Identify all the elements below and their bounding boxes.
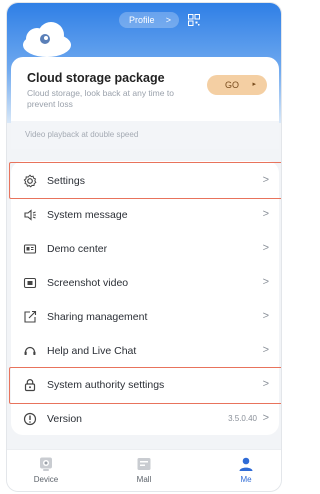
tab-mall[interactable]: Mall [119,456,169,484]
cloud-storage-subtitle: Cloud storage, look back at any time to … [27,88,174,109]
tab-device[interactable]: Device [21,456,71,484]
menu-item-label: Version [47,413,83,425]
profile-label: Profile [129,15,155,25]
chevron-right-icon: > [262,208,269,220]
menu-item-help-live-chat[interactable]: Help and Live Chat > [11,335,279,369]
menu-item-system-authority-settings[interactable]: System authority settings > [11,369,279,403]
menu-item-label: Settings [47,175,85,187]
menu-item-label: System authority settings [47,379,165,391]
menu-item-label: System message [47,209,128,221]
screenshot-icon [23,277,37,289]
chevron-right-icon: > [262,310,269,322]
promo-text: Video playback at double speed [25,130,139,139]
headset-icon [24,346,36,355]
gear-icon [23,174,37,188]
menu-item-system-message[interactable]: System message > [11,199,279,233]
settings-menu: Settings > System message > Demo center … [11,161,279,435]
version-number: 3.5.0.40 [228,414,257,423]
demo-icon [23,244,37,254]
chevron-right-icon: > [262,276,269,288]
menu-item-label: Screenshot video [47,277,129,289]
share-icon [24,310,37,323]
tab-label: Me [240,475,252,484]
menu-item-version[interactable]: Version 3.5.0.40 > [11,403,279,437]
chevron-right-icon: > [262,412,269,424]
chevron-right-icon: > [262,242,269,254]
tab-label: Mall [136,475,152,484]
store-icon [137,458,151,470]
bottom-tab-bar: Device Mall Me [7,449,281,491]
menu-item-screenshot-video[interactable]: Screenshot video > [11,267,279,301]
menu-item-label: Sharing management [47,311,148,323]
profile-button[interactable]: Profile > [119,12,179,28]
cloud-storage-title: Cloud storage package [27,71,165,85]
person-icon [239,457,253,471]
menu-item-settings[interactable]: Settings > [11,165,279,199]
promo-banner[interactable]: Video playback at double speed [11,121,279,149]
chevron-right-icon: > [262,378,269,390]
menu-item-sharing-management[interactable]: Sharing management > [11,301,279,335]
info-icon [23,412,37,426]
go-label: GO [225,80,240,90]
message-icon [24,209,36,221]
go-button[interactable]: GO ▸ [207,75,267,95]
tab-me[interactable]: Me [221,456,271,484]
chevron-right-icon: > [262,174,269,186]
menu-item-demo-center[interactable]: Demo center > [11,233,279,267]
menu-item-label: Help and Live Chat [47,345,137,357]
qr-code-icon[interactable] [188,14,200,26]
play-arrow-icon: ▸ [252,81,256,88]
menu-item-label: Demo center [47,243,108,255]
chevron-right-icon: > [165,15,171,25]
cloud-mascot-icon [23,22,71,57]
app-frame: Profile > Cloud storage package Cloud st… [6,2,282,492]
lock-icon [24,379,36,392]
camera-icon [40,457,52,471]
chevron-right-icon: > [262,344,269,356]
tab-label: Device [33,475,59,484]
